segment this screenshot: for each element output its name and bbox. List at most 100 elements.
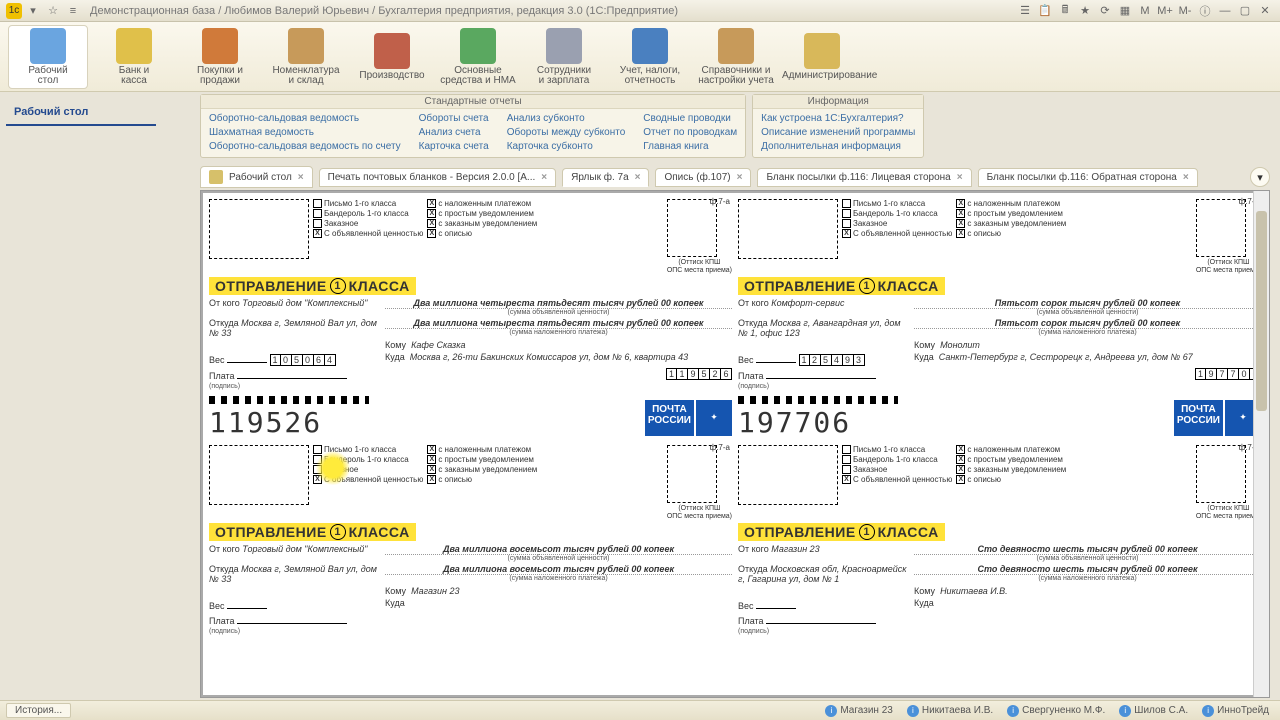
status-chip[interactable]: iШилов С.А. bbox=[1114, 704, 1193, 718]
close-icon[interactable]: × bbox=[298, 172, 304, 183]
checkbox[interactable] bbox=[313, 465, 322, 474]
checkbox-row: Xс описью bbox=[427, 475, 537, 484]
checkbox[interactable] bbox=[842, 445, 851, 454]
checkbox[interactable]: X bbox=[313, 229, 322, 238]
toolbar-2[interactable]: Покупки и продажи bbox=[180, 28, 260, 86]
checkbox[interactable] bbox=[313, 209, 322, 218]
checkbox[interactable]: X bbox=[956, 209, 965, 218]
checkbox[interactable]: X bbox=[956, 475, 965, 484]
checkbox[interactable]: X bbox=[427, 475, 436, 484]
checkbox[interactable] bbox=[842, 465, 851, 474]
tab[interactable]: Рабочий стол× bbox=[200, 166, 313, 188]
tb-mminus[interactable]: M- bbox=[1176, 3, 1194, 19]
close-icon[interactable]: × bbox=[541, 172, 547, 183]
dropdown-icon[interactable]: ▾ bbox=[24, 3, 42, 19]
tab[interactable]: Бланк посылки ф.116: Обратная сторона× bbox=[978, 168, 1198, 187]
star-icon[interactable]: ☆ bbox=[44, 3, 62, 19]
report-link[interactable]: Обороты между субконто bbox=[507, 126, 626, 140]
checkbox[interactable]: X bbox=[427, 209, 436, 218]
tb-icon[interactable]: ☰ bbox=[1016, 3, 1034, 19]
report-link[interactable]: Карточка счета bbox=[419, 140, 489, 154]
checkbox[interactable]: X bbox=[427, 219, 436, 228]
checkbox[interactable]: X bbox=[956, 465, 965, 474]
report-link[interactable]: Сводные проводки bbox=[643, 112, 737, 126]
report-link[interactable]: Оборотно-сальдовая ведомость bbox=[209, 112, 401, 126]
checkbox[interactable] bbox=[313, 455, 322, 464]
sum1: Два миллиона четыреста пятьдесят тысяч р… bbox=[385, 298, 732, 309]
close-icon[interactable]: × bbox=[635, 172, 641, 183]
toolbar-5[interactable]: Основные средства и НМА bbox=[438, 28, 518, 86]
report-link[interactable]: Оборотно-сальдовая ведомость по счету bbox=[209, 140, 401, 154]
tb-icon[interactable]: ⟳ bbox=[1096, 3, 1114, 19]
toolbar-4[interactable]: Производство bbox=[352, 33, 432, 81]
tab[interactable]: Ярлык ф. 7а× bbox=[562, 168, 649, 187]
checkbox[interactable]: X bbox=[956, 199, 965, 208]
checkbox-label: Бандероль 1-го класса bbox=[324, 209, 409, 218]
tb-icon[interactable]: ▦ bbox=[1116, 3, 1134, 19]
checkbox-row: Заказное bbox=[313, 465, 423, 474]
checkbox[interactable]: X bbox=[956, 445, 965, 454]
close-icon[interactable]: × bbox=[1183, 172, 1189, 183]
toolbar-6[interactable]: Сотрудники и зарплата bbox=[524, 28, 604, 86]
report-link[interactable]: Обороты счета bbox=[419, 112, 489, 126]
checkbox[interactable]: X bbox=[427, 465, 436, 474]
minimize-icon[interactable]: — bbox=[1216, 3, 1234, 19]
checkbox[interactable] bbox=[842, 209, 851, 218]
checkbox[interactable]: X bbox=[956, 455, 965, 464]
leftnav-desktop[interactable]: Рабочий стол bbox=[6, 100, 156, 126]
status-chip[interactable]: iМагазин 23 bbox=[820, 704, 897, 718]
checkbox[interactable]: X bbox=[956, 219, 965, 228]
status-chip[interactable]: iНикитаева И.В. bbox=[902, 704, 998, 718]
tabs-overflow-icon[interactable]: ▾ bbox=[1250, 167, 1270, 187]
maximize-icon[interactable]: ▢ bbox=[1236, 3, 1254, 19]
report-link[interactable]: Как устроена 1С:Бухгалтерия? bbox=[761, 112, 915, 126]
close-icon[interactable]: × bbox=[737, 172, 743, 183]
tab[interactable]: Печать почтовых бланков - Версия 2.0.0 [… bbox=[319, 168, 556, 187]
toolbar-9[interactable]: Администрирование bbox=[782, 33, 862, 81]
menu-icon[interactable]: ≡ bbox=[64, 3, 82, 19]
toolbar-0[interactable]: Рабочий стол bbox=[8, 25, 88, 89]
report-link[interactable]: Шахматная ведомость bbox=[209, 126, 401, 140]
report-link[interactable]: Анализ счета bbox=[419, 126, 489, 140]
checkbox[interactable]: X bbox=[427, 445, 436, 454]
checkbox[interactable] bbox=[313, 445, 322, 454]
report-link[interactable]: Отчет по проводкам bbox=[643, 126, 737, 140]
tb-icon[interactable]: 🖩 bbox=[1056, 3, 1074, 19]
tb-mplus[interactable]: M+ bbox=[1156, 3, 1174, 19]
close-icon[interactable]: ✕ bbox=[1256, 3, 1274, 19]
tb-icon[interactable]: ★ bbox=[1076, 3, 1094, 19]
toolbar-3[interactable]: Номенклатура и склад bbox=[266, 28, 346, 86]
tab[interactable]: Опись (ф.107)× bbox=[655, 168, 751, 187]
report-link[interactable]: Дополнительная информация bbox=[761, 140, 915, 154]
checkbox[interactable]: X bbox=[427, 199, 436, 208]
tb-m[interactable]: M bbox=[1136, 3, 1154, 19]
info-icon[interactable]: ⓘ bbox=[1196, 3, 1214, 19]
checkbox[interactable] bbox=[313, 219, 322, 228]
toolbar-8[interactable]: Справочники и настройки учета bbox=[696, 28, 776, 86]
toolbar-icon bbox=[374, 33, 410, 69]
toolbar-7[interactable]: Учет, налоги, отчетность bbox=[610, 28, 690, 86]
checkbox[interactable]: X bbox=[313, 475, 322, 484]
report-link[interactable]: Анализ субконто bbox=[507, 112, 626, 126]
checkbox[interactable]: X bbox=[427, 455, 436, 464]
checkbox[interactable]: X bbox=[427, 229, 436, 238]
tb-icon[interactable]: 📋 bbox=[1036, 3, 1054, 19]
scrollbar-vertical[interactable] bbox=[1253, 191, 1269, 697]
status-chip[interactable]: iСвергуненко М.Ф. bbox=[1002, 704, 1110, 718]
report-link[interactable]: Главная книга bbox=[643, 140, 737, 154]
checkbox[interactable]: X bbox=[956, 229, 965, 238]
toolbar-1[interactable]: Банк и касса bbox=[94, 28, 174, 86]
tab[interactable]: Бланк посылки ф.116: Лицевая сторона× bbox=[757, 168, 971, 187]
checkbox[interactable] bbox=[313, 199, 322, 208]
status-chip[interactable]: iИнноТрейд bbox=[1197, 704, 1274, 718]
checkbox[interactable]: X bbox=[842, 229, 851, 238]
checkbox-label: Заказное bbox=[324, 465, 358, 474]
report-link[interactable]: Описание изменений программы bbox=[761, 126, 915, 140]
checkbox[interactable] bbox=[842, 455, 851, 464]
checkbox[interactable] bbox=[842, 199, 851, 208]
checkbox[interactable]: X bbox=[842, 475, 851, 484]
close-icon[interactable]: × bbox=[957, 172, 963, 183]
history-button[interactable]: История... bbox=[6, 703, 71, 718]
checkbox[interactable] bbox=[842, 219, 851, 228]
report-link[interactable]: Карточка субконто bbox=[507, 140, 626, 154]
